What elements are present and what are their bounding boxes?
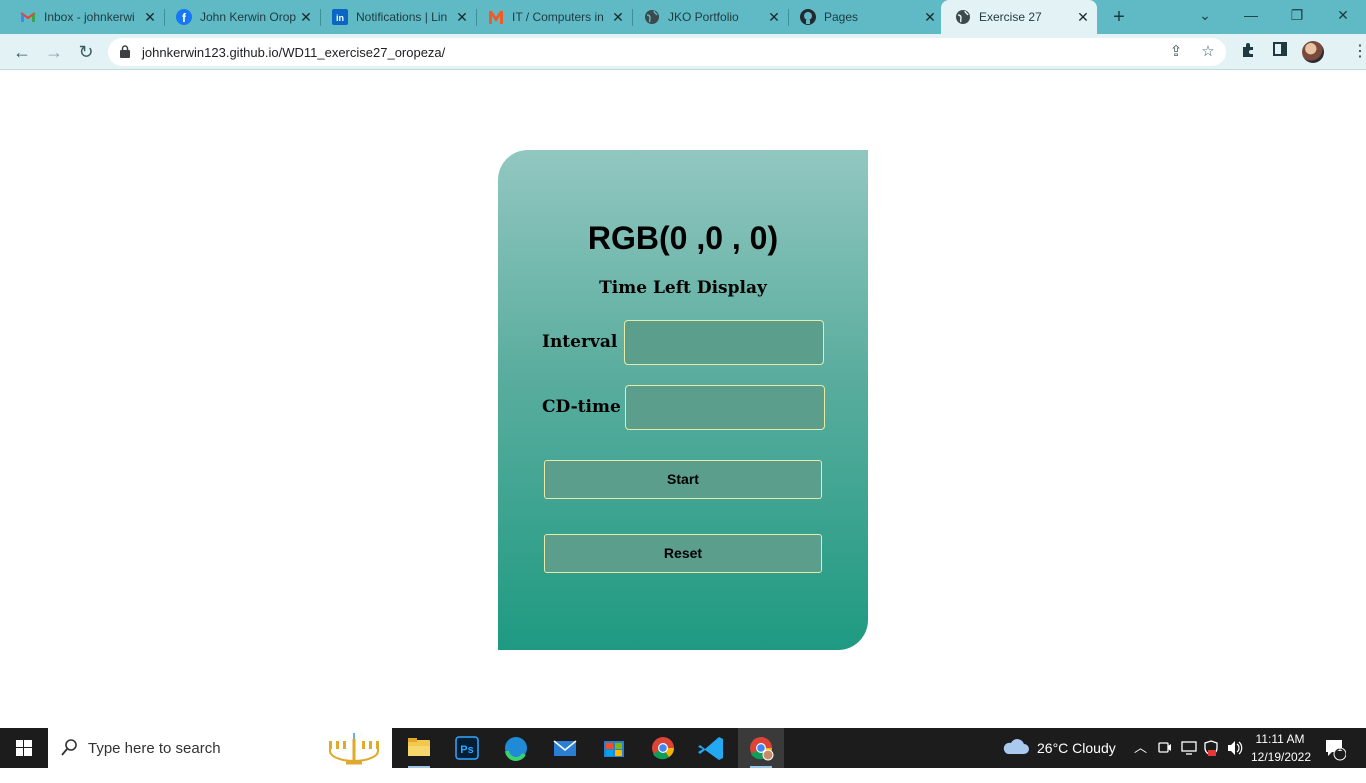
timer-card: RGB(0 ,0 , 0) Time Left Display Interval…: [498, 150, 868, 650]
windows-start-button[interactable]: [0, 728, 48, 768]
cdtime-label: CD-time :: [542, 397, 633, 417]
start-button[interactable]: Start: [544, 460, 822, 499]
share-icon[interactable]: ⇪: [1166, 42, 1186, 62]
tab-title: Inbox - johnkerwi: [44, 10, 135, 24]
taskbar-search-box[interactable]: Type here to search: [48, 728, 392, 768]
show-hidden-icons-chevron-icon[interactable]: ︿: [1134, 728, 1147, 768]
cloud-weather-icon[interactable]: [1002, 728, 1030, 768]
photoshop-icon[interactable]: Ps: [444, 728, 490, 768]
reset-button[interactable]: Reset: [544, 534, 822, 573]
reload-button[interactable]: ↻: [73, 39, 99, 65]
interval-label: Interval :: [542, 332, 630, 352]
address-bar[interactable]: johnkerwin123.github.io/WD11_exercise27_…: [108, 38, 1226, 66]
linkedin-icon: in: [332, 9, 348, 25]
mail-icon[interactable]: [542, 728, 588, 768]
tab-title: John Kerwin Orop: [200, 10, 297, 24]
close-window-button[interactable]: ✕: [1320, 0, 1366, 30]
chrome-profile-active-icon[interactable]: [738, 728, 784, 768]
globe-icon: [955, 9, 971, 25]
extensions-puzzle-icon[interactable]: [1238, 42, 1258, 62]
security-shield-icon[interactable]: [1203, 728, 1219, 768]
tab-strip: Inbox - johnkerwi ✕ f John Kerwin Orop ✕…: [0, 0, 1366, 34]
globe-icon: [644, 9, 660, 25]
rgb-display: RGB(0 ,0 , 0): [587, 220, 779, 256]
close-tab-icon[interactable]: ✕: [1075, 9, 1091, 26]
browser-toolbar: ← → ↻ johnkerwin123.github.io/WD11_exerc…: [0, 34, 1366, 70]
vscode-icon[interactable]: [689, 728, 735, 768]
weather-text[interactable]: 26°C Cloudy: [1037, 728, 1116, 768]
chrome-menu-icon[interactable]: ⋮: [1352, 42, 1366, 62]
interval-input[interactable]: [624, 320, 824, 365]
tab-it-computers[interactable]: IT / Computers in ✕: [468, 0, 632, 34]
restore-button[interactable]: ❐: [1274, 0, 1320, 30]
lock-icon: [120, 45, 130, 58]
clock-date[interactable]: 12/19/2022: [1248, 748, 1314, 766]
new-tab-button[interactable]: +: [1108, 6, 1130, 28]
url-text: johnkerwin123.github.io/WD11_exercise27_…: [142, 45, 446, 60]
notification-count: 1: [1337, 743, 1343, 754]
tab-title: Notifications | Lin: [356, 10, 448, 24]
tab-gmail[interactable]: Inbox - johnkerwi ✕: [0, 0, 164, 34]
tab-search-chevron-icon[interactable]: ⌄: [1182, 0, 1228, 30]
volume-icon[interactable]: [1226, 728, 1244, 768]
tab-github-pages[interactable]: Pages ✕: [780, 0, 944, 34]
tab-jko-portfolio[interactable]: JKO Portfolio ✕: [624, 0, 788, 34]
profile-avatar[interactable]: [1302, 41, 1324, 63]
tab-exercise-27[interactable]: Exercise 27 ✕: [941, 0, 1097, 34]
github-icon: [800, 9, 816, 25]
tab-linkedin[interactable]: in Notifications | Lin ✕: [312, 0, 476, 34]
menorah-search-highlight-icon: [324, 731, 384, 772]
windows-taskbar: Type here to search Ps 26°C Cloudy ︿ 11:…: [0, 728, 1366, 768]
tab-title: Exercise 27: [979, 10, 1042, 24]
close-tab-icon[interactable]: ✕: [922, 9, 938, 26]
shop-m-icon: [488, 9, 504, 25]
tab-title: Pages: [824, 10, 859, 24]
svg-text:in: in: [336, 13, 344, 23]
cdtime-input[interactable]: [625, 385, 825, 430]
network-icon[interactable]: [1181, 728, 1197, 768]
search-icon: [61, 738, 79, 761]
tab-title: IT / Computers in: [512, 10, 604, 24]
chrome-icon[interactable]: [640, 728, 686, 768]
search-placeholder: Type here to search: [88, 740, 221, 757]
meet-now-icon[interactable]: [1158, 728, 1172, 768]
side-panel-icon[interactable]: [1270, 42, 1290, 62]
minimize-button[interactable]: —: [1228, 0, 1274, 30]
tab-facebook[interactable]: f John Kerwin Orop ✕: [156, 0, 320, 34]
file-explorer-icon[interactable]: [396, 728, 442, 768]
time-left-display: Time Left Display: [599, 278, 767, 298]
facebook-icon: f: [176, 9, 192, 25]
bookmark-star-icon[interactable]: ☆: [1198, 42, 1218, 62]
windows-logo-icon: [16, 740, 32, 756]
tab-title: JKO Portfolio: [668, 10, 739, 24]
edge-icon[interactable]: [493, 728, 539, 768]
back-button[interactable]: ←: [9, 39, 35, 65]
clock-time[interactable]: 11:11 AM: [1250, 730, 1310, 748]
gmail-icon: [20, 9, 36, 25]
forward-button[interactable]: →: [41, 39, 67, 65]
svg-text:Ps: Ps: [460, 744, 473, 756]
microsoft-store-icon[interactable]: [591, 728, 637, 768]
